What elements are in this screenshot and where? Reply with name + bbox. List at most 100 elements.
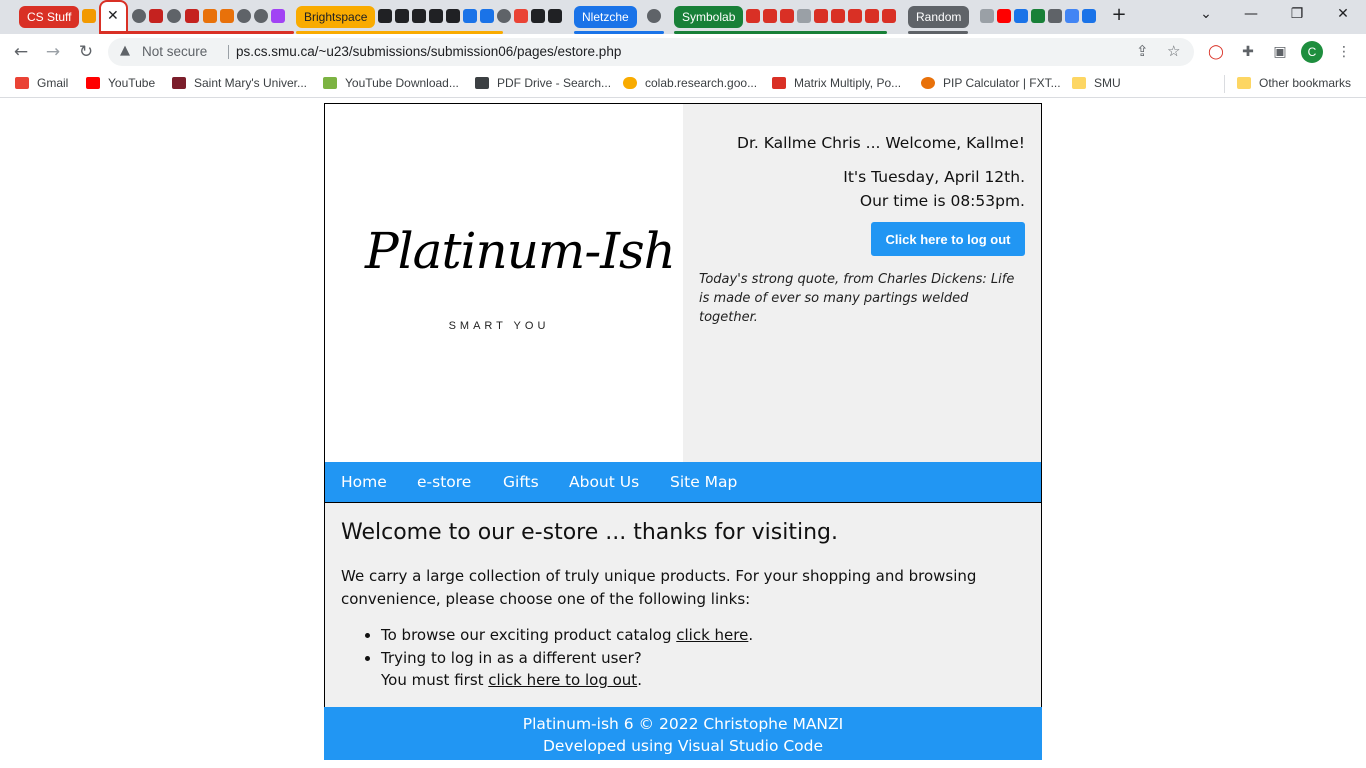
security-status[interactable]: Not secure	[142, 44, 207, 59]
logout-button[interactable]: Click here to log out	[871, 222, 1025, 256]
tab-favicon[interactable]	[220, 9, 234, 23]
list-item: Trying to log in as a different user?You…	[381, 647, 1021, 692]
address-bar[interactable]: ▲ Not secure ps.cs.smu.ca/~u23/submissio…	[108, 38, 1194, 66]
tab-favicon[interactable]	[865, 9, 879, 23]
footer-credit: Developed using Visual Studio Code	[542, 737, 824, 755]
tab-favicon[interactable]	[1048, 9, 1062, 23]
reload-icon[interactable]: ↻	[74, 40, 98, 64]
extensions-puzzle-icon[interactable]: ✚	[1237, 41, 1259, 63]
user-info-panel: Dr. Kallme Chris ... Welcome, Kallme! It…	[683, 104, 1041, 462]
minimize-icon[interactable]: —	[1241, 6, 1261, 22]
profile-avatar[interactable]: C	[1301, 41, 1323, 63]
tab-favicon[interactable]	[980, 9, 994, 23]
tab-favicon[interactable]	[237, 9, 251, 23]
page-title: Welcome to our e-store ... thanks for vi…	[341, 520, 839, 545]
symbolab-icon	[772, 77, 786, 89]
browser-toolbar: ← → ↻ ▲ Not secure ps.cs.smu.ca/~u23/sub…	[0, 34, 1366, 70]
tab-favicon[interactable]	[185, 9, 199, 23]
tab-group-random[interactable]: Random	[908, 6, 970, 28]
tab-favicon[interactable]	[429, 9, 443, 23]
tab-favicon[interactable]	[463, 9, 477, 23]
tab-favicon[interactable]	[1031, 9, 1045, 23]
tab-favicon[interactable]	[271, 9, 285, 23]
close-window-icon[interactable]: ✕	[1333, 6, 1353, 22]
tab-favicon[interactable]	[514, 9, 528, 23]
tab-strip: CS Stuff ✕ Brightspace Nletzche Symbolab…	[0, 0, 1366, 34]
list-item: To browse our exciting product catalog c…	[381, 624, 1021, 647]
nav-gifts[interactable]: Gifts	[503, 473, 539, 491]
share-icon[interactable]: ⇪	[1136, 42, 1149, 60]
bookmark-folder-smu[interactable]: SMU	[1072, 76, 1121, 90]
link-list: To browse our exciting product catalog c…	[381, 624, 1021, 692]
tab-favicon[interactable]	[149, 9, 163, 23]
bookmark-saint-marys[interactable]: Saint Mary's Univer...	[172, 76, 307, 90]
welcome-message: Dr. Kallme Chris ... Welcome, Kallme!	[737, 134, 1025, 152]
tab-favicon[interactable]	[1082, 9, 1096, 23]
close-tab-icon[interactable]: ✕	[107, 8, 119, 24]
bookmark-star-icon[interactable]: ☆	[1167, 42, 1180, 60]
bookmarks-divider	[1224, 75, 1225, 93]
tab-favicon[interactable]	[997, 9, 1011, 23]
tab-favicon[interactable]	[797, 9, 811, 23]
tab-favicon[interactable]	[531, 9, 545, 23]
tab-group-symbolab[interactable]: Symbolab	[674, 6, 744, 28]
tab-search-icon[interactable]: ⌄	[1196, 6, 1216, 22]
tab-favicon[interactable]	[831, 9, 845, 23]
restore-icon[interactable]: ❐	[1287, 6, 1307, 22]
nav-e-store[interactable]: e-store	[417, 473, 471, 491]
menu-kebab-icon[interactable]: ⋮	[1333, 41, 1355, 63]
bookmark-pip-calculator[interactable]: PIP Calculator | FXT...	[921, 76, 1061, 90]
tab-favicon[interactable]	[395, 9, 409, 23]
colab-icon	[623, 77, 637, 89]
tab-favicon[interactable]	[497, 9, 511, 23]
tab-favicon[interactable]	[763, 9, 777, 23]
tab-favicon[interactable]	[480, 9, 494, 23]
footer-copyright: Platinum-ish 6 © 2022 Christophe MANZI	[522, 715, 844, 733]
tab-favicon[interactable]	[203, 9, 217, 23]
tab-favicon[interactable]	[780, 9, 794, 23]
tab-group-brightspace[interactable]: Brightspace	[296, 6, 376, 28]
tab-favicon[interactable]	[1014, 9, 1028, 23]
back-icon[interactable]: ←	[9, 40, 33, 64]
tab-favicon[interactable]	[378, 9, 392, 23]
nav-about-us[interactable]: About Us	[569, 473, 639, 491]
tab-favicon[interactable]	[412, 9, 426, 23]
logout-link[interactable]: click here to log out	[488, 671, 637, 689]
nav-site-map[interactable]: Site Map	[670, 473, 737, 491]
tab-favicon[interactable]	[254, 9, 268, 23]
tab-favicon[interactable]	[1065, 9, 1079, 23]
bookmark-matrix-multiply[interactable]: Matrix Multiply, Po...	[772, 76, 901, 90]
nav-home[interactable]: Home	[341, 473, 387, 491]
bookmark-youtube[interactable]: YouTube	[86, 76, 155, 90]
tab-favicon[interactable]	[814, 9, 828, 23]
daily-quote: Today's strong quote, from Charles Dicke…	[699, 272, 1015, 325]
tab-favicon[interactable]	[848, 9, 862, 23]
tab-group-cs-stuff[interactable]: CS Stuff	[19, 6, 80, 28]
bookmark-colab[interactable]: colab.research.goo...	[623, 76, 757, 90]
tab-favicon[interactable]	[446, 9, 460, 23]
other-bookmarks[interactable]: Other bookmarks	[1237, 76, 1351, 90]
bookmark-youtube-downloader[interactable]: YouTube Download...	[323, 76, 459, 90]
tab-favicon[interactable]	[132, 9, 146, 23]
tab-favicon[interactable]	[167, 9, 181, 23]
forward-icon[interactable]: →	[41, 40, 65, 64]
url-text[interactable]: ps.cs.smu.ca/~u23/submissions/submission…	[236, 44, 621, 59]
tab-favicon[interactable]	[882, 9, 896, 23]
catalog-link[interactable]: click here	[676, 626, 748, 644]
tab-favicon[interactable]	[647, 9, 661, 23]
side-panel-icon[interactable]: ▣	[1269, 41, 1291, 63]
active-tab[interactable]: ✕	[99, 0, 128, 34]
folder-icon	[1237, 77, 1251, 89]
tab-favicon[interactable]	[548, 9, 562, 23]
opera-extension-icon[interactable]: ◯	[1205, 41, 1227, 63]
bookmark-gmail[interactable]: Gmail	[15, 76, 68, 90]
logo-tagline: SMART YOU	[448, 320, 550, 332]
tab-group-nletzche[interactable]: Nletzche	[574, 6, 637, 28]
page-container: Platinum-Ish SMART YOU Dr. Kallme Chris …	[324, 103, 1042, 760]
new-tab-button[interactable]: +	[1109, 4, 1129, 25]
intro-paragraph: We carry a large collection of truly uni…	[341, 567, 977, 608]
warning-icon[interactable]: ▲	[120, 43, 130, 58]
tab-favicon[interactable]	[746, 9, 760, 23]
tab-favicon[interactable]	[82, 9, 96, 23]
bookmark-pdf-drive[interactable]: PDF Drive - Search...	[475, 76, 611, 90]
